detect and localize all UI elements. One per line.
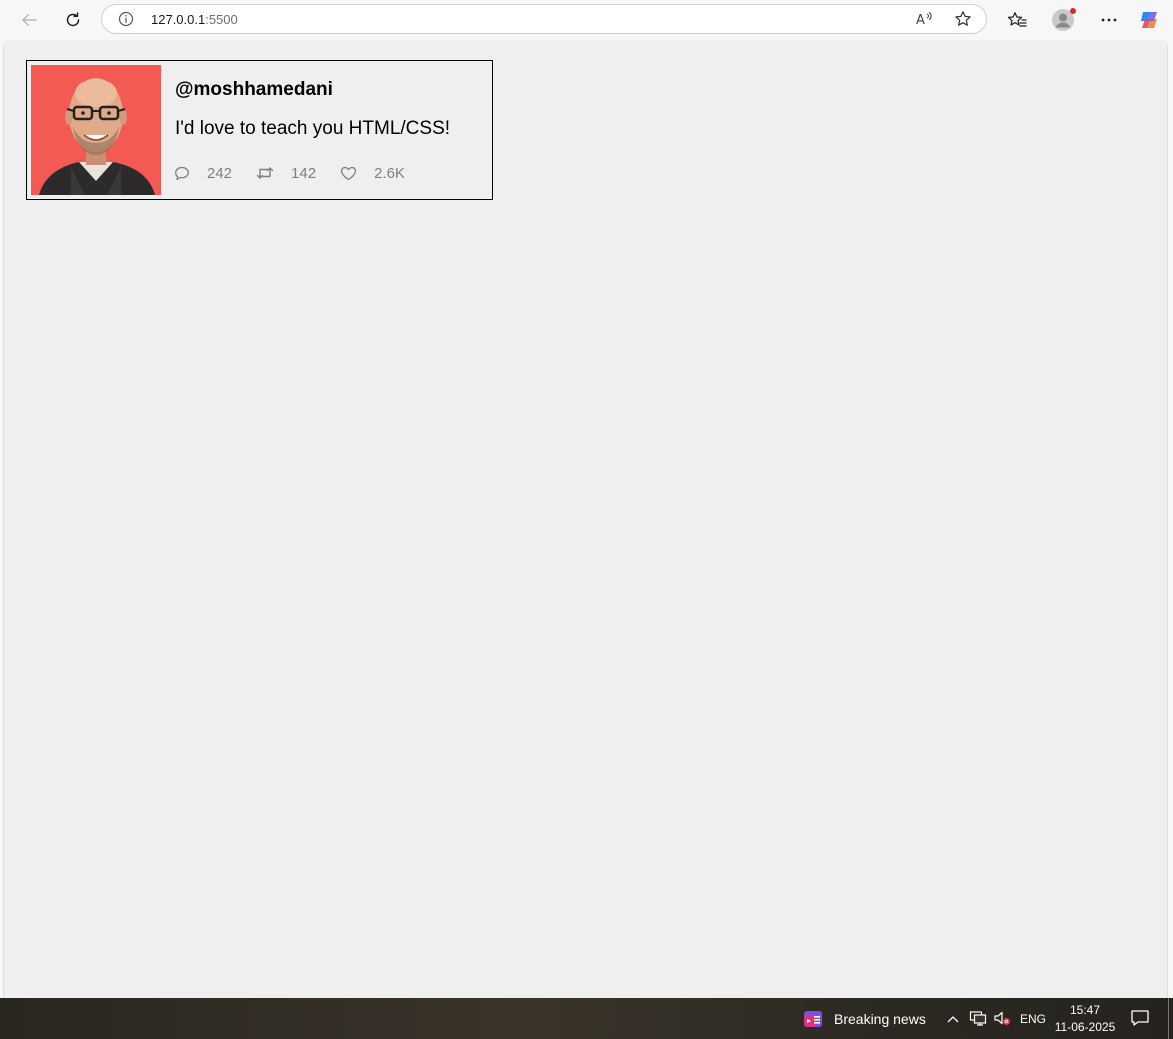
url-port: :5500 [205,12,238,27]
browser-toolbar: 127.0.0.1:5500 A [0,0,1173,40]
more-icon [1101,18,1117,22]
refresh-icon [66,12,80,27]
windows-taskbar: Breaking news ENG 15:47 11-06-2025 [0,998,1173,1039]
notifications-icon[interactable] [1130,1009,1150,1030]
show-desktop-button[interactable] [1168,998,1169,1039]
volume-muted-icon[interactable] [993,1010,1011,1029]
tweet-handle[interactable]: @moshhamedani [175,79,333,101]
favorites-button[interactable] [1001,4,1033,36]
network-icon[interactable] [969,1010,987,1029]
url-text[interactable]: 127.0.0.1:5500 [151,12,238,27]
taskbar-clock[interactable]: 15:47 11-06-2025 [1052,1002,1118,1036]
refresh-button[interactable] [57,4,89,36]
news-widget[interactable]: Breaking news [802,1008,926,1030]
like-button[interactable]: 2.6K [340,165,405,182]
info-icon[interactable] [118,11,134,32]
retweet-count: 142 [291,164,317,182]
retweet-icon [256,167,274,179]
show-hidden-icons-chevron-icon[interactable] [946,1012,960,1027]
news-icon [804,1011,822,1027]
page-viewport: @moshhamedani I'd love to teach you HTML… [3,40,1168,998]
reply-icon [175,166,189,180]
back-button[interactable] [13,4,45,36]
back-arrow-icon [22,14,37,26]
svg-text:A: A [916,13,925,28]
copilot-icon [1141,12,1157,28]
tweet-actions: 242 142 2.6K [174,164,405,182]
retweet-button[interactable]: 142 [256,165,316,182]
tweet-message: I'd love to teach you HTML/CSS! [175,118,451,139]
favorite-star-icon[interactable] [954,10,972,33]
read-aloud-icon[interactable]: A [915,10,935,33]
more-button[interactable] [1093,4,1125,36]
language-indicator[interactable]: ENG [1020,1012,1046,1026]
reply-count: 242 [207,164,233,182]
like-count: 2.6K [374,164,405,182]
favorites-list-icon [1007,12,1027,27]
profile-button[interactable] [1047,4,1079,36]
news-label: Breaking news [834,1011,926,1027]
clock-date: 11-06-2025 [1054,1020,1116,1034]
reply-button[interactable]: 242 [174,165,232,182]
address-bar[interactable]: 127.0.0.1:5500 A [101,4,987,34]
tweet-card: @moshhamedani I'd love to teach you HTML… [26,60,493,200]
notification-dot [1070,8,1076,14]
url-host: 127.0.0.1 [151,12,206,27]
heart-icon [340,166,357,180]
profile-photo [31,65,161,195]
clock-time: 15:47 [1069,1003,1101,1017]
copilot-button[interactable] [1134,4,1166,36]
